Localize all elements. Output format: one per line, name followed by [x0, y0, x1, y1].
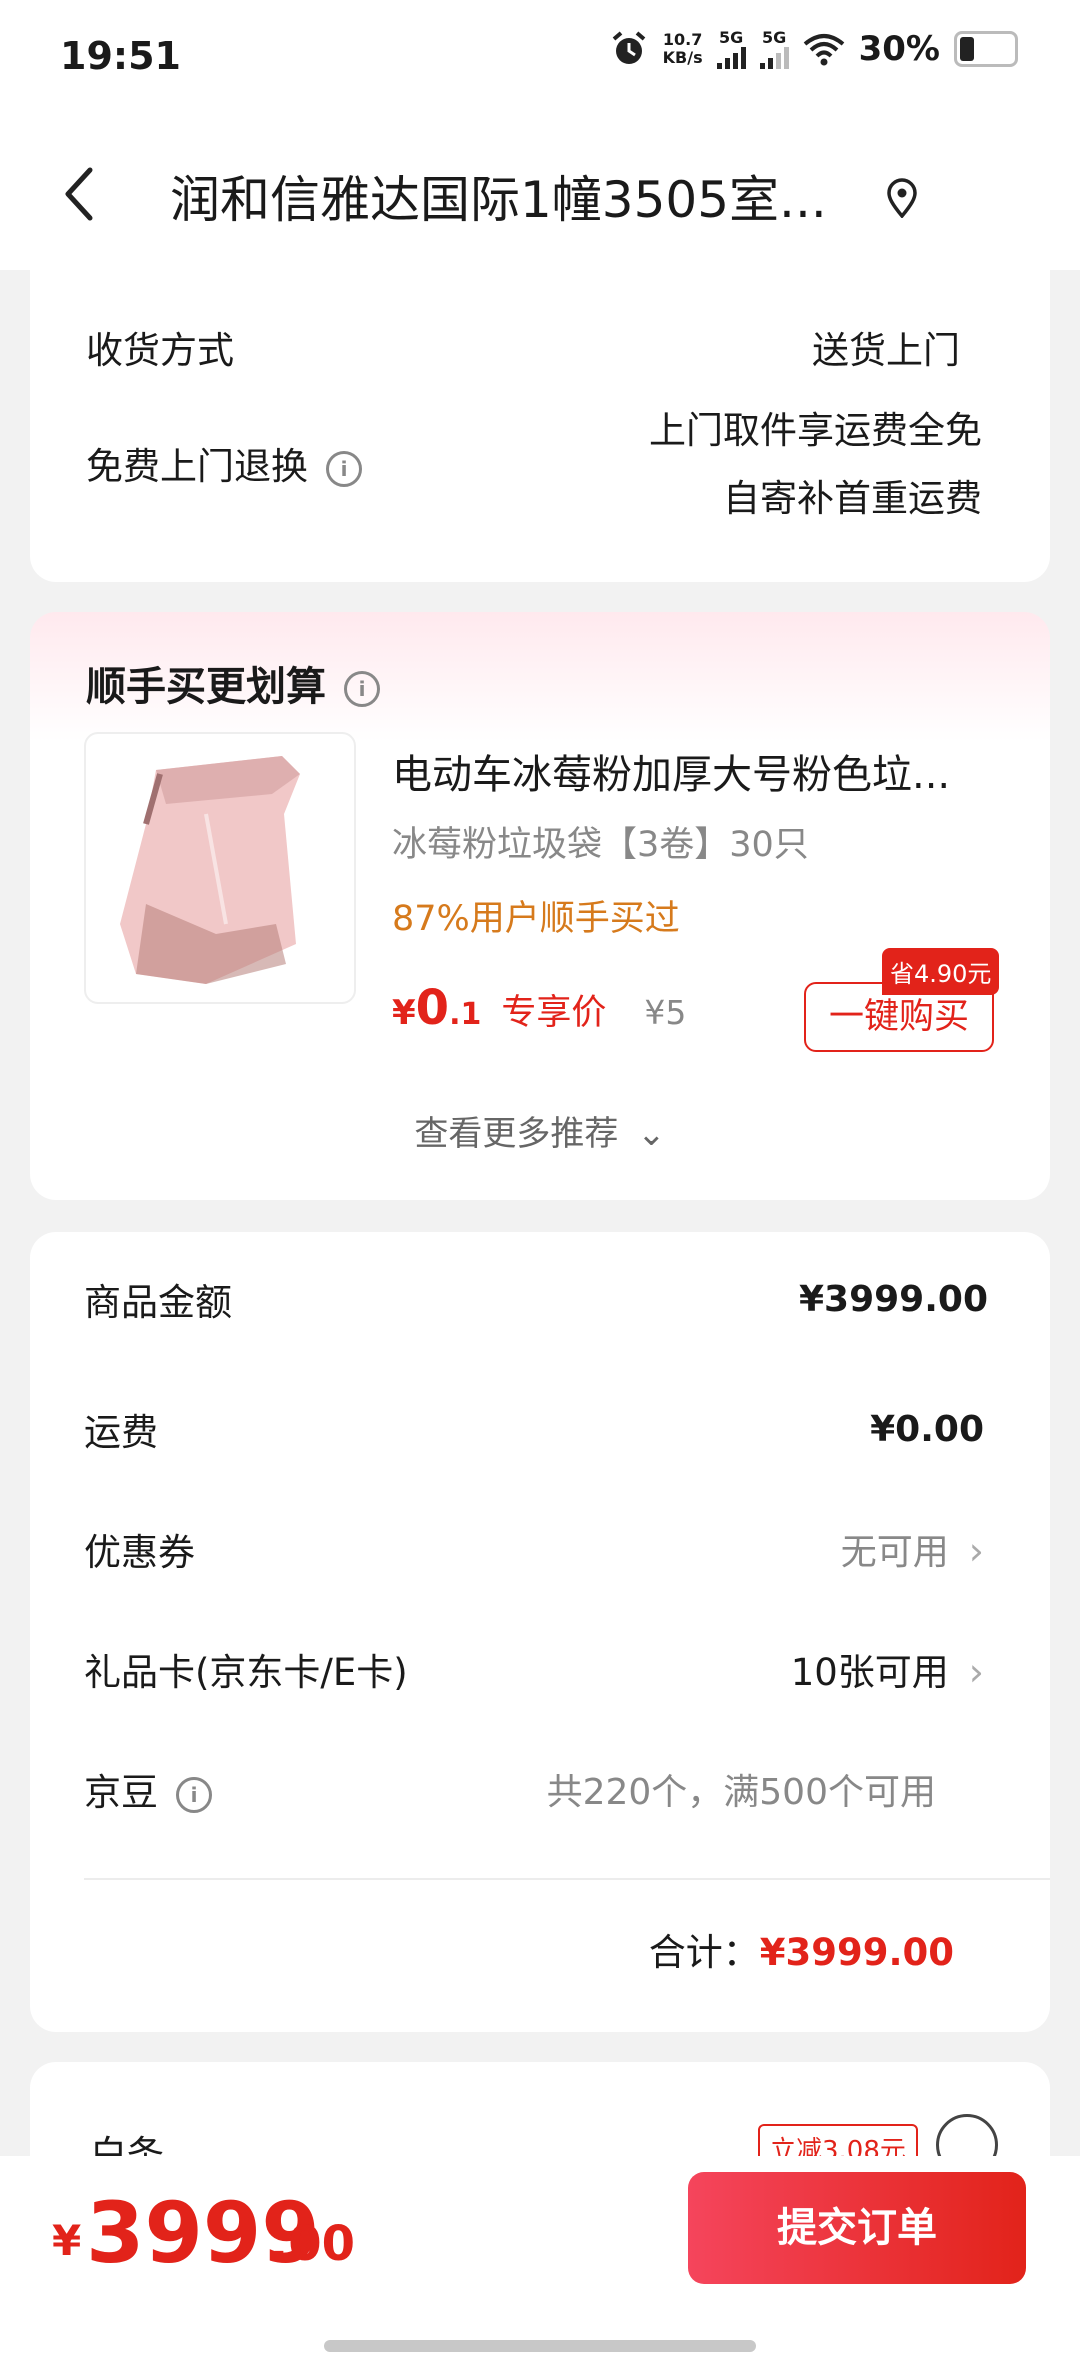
status-icons: 10.7 KB/s 5G 5G 30%	[609, 28, 1018, 69]
delivery-address[interactable]: 润和信雅达国际1幢3505室...	[170, 160, 890, 232]
original-price: ¥5	[644, 993, 687, 1032]
coupon-row[interactable]: 优惠券 无可用 ›	[84, 1522, 984, 1576]
product-name[interactable]: 电动车冰莓粉加厚大号粉色垃...	[392, 742, 992, 800]
sim2-signal-icon: 5G	[759, 28, 789, 69]
divider	[84, 1878, 1050, 1880]
back-arrow-icon[interactable]	[58, 164, 102, 224]
chevron-right-icon: ›	[968, 1529, 984, 1573]
save-badge: 省4.90元	[882, 948, 1000, 995]
free-return-line2: 自寄补首重运费	[723, 477, 982, 520]
giftcard-row[interactable]: 礼品卡(京东卡/E卡) 10张可用 ›	[84, 1642, 984, 1696]
product-image[interactable]	[84, 732, 356, 1004]
recommend-card: 顺手买更划算 i 电动车冰莓粉加厚大号粉色垃... 冰莓粉垃圾袋【3卷】30只 8…	[30, 612, 1050, 1200]
freight-row: 运费 ¥0.00	[84, 1408, 984, 1455]
alarm-icon	[612, 30, 645, 64]
order-total: 合计：¥3999.00	[648, 1931, 954, 1974]
info-icon[interactable]: i	[344, 671, 380, 707]
bottom-bar: ¥ 3999 .00 提交订单	[0, 2156, 1080, 2376]
jingdou-row: 京豆 i 共220个，满500个可用	[84, 1771, 936, 1814]
location-pin-icon[interactable]	[884, 178, 920, 218]
submit-order-button[interactable]: 提交订单	[688, 2172, 1026, 2284]
delivery-card: 收货方式 送货上门 免费上门退换 i 上门取件享运费全免 自寄补首重运费	[30, 250, 1050, 582]
goods-amount-row: 商品金额 ¥3999.00	[84, 1278, 988, 1325]
product-users: 87%用户顺手买过	[392, 899, 680, 939]
free-return-line1: 上门取件享运费全免	[649, 409, 982, 452]
total-currency: ¥	[52, 2216, 82, 2265]
sim1-signal-icon: 5G	[716, 28, 746, 69]
delivery-method-value: 送货上门	[812, 329, 960, 372]
free-return-label: 免费上门退换 i	[86, 436, 362, 490]
product-price: ¥ 0 .1 专享价 ¥5	[392, 980, 687, 1036]
chevron-right-icon: ›	[968, 1650, 984, 1694]
order-summary-card: 商品金额 ¥3999.00 运费 ¥0.00 优惠券 无可用 › 礼品卡(京东卡/…	[30, 1232, 1050, 2032]
info-icon[interactable]: i	[326, 450, 362, 487]
wifi-icon	[803, 33, 844, 65]
product-spec: 冰莓粉垃圾袋【3卷】30只	[392, 825, 809, 865]
status-bar: 19:51 10.7 KB/s 5G 5G 30%	[0, 0, 1080, 120]
net-speed: 10.7 KB/s	[662, 29, 703, 67]
battery-icon	[954, 30, 1018, 67]
delivery-method-label: 收货方式	[86, 329, 234, 372]
page-header: 润和信雅达国际1幢3505室...	[0, 120, 1080, 270]
home-indicator[interactable]	[324, 2340, 756, 2352]
price-tag: 专享价	[501, 993, 607, 1033]
recommend-title: 顺手买更划算 i	[86, 654, 380, 712]
status-time: 19:51	[60, 34, 181, 78]
garbage-bag-image	[120, 756, 300, 984]
info-icon[interactable]: i	[176, 1776, 212, 1813]
more-recommend-link[interactable]: 查看更多推荐 ⌄	[30, 1106, 1050, 1155]
battery-percent: 30%	[858, 28, 940, 69]
chevron-down-icon: ⌄	[637, 1114, 666, 1154]
total-price-decimal: .00	[270, 2216, 356, 2272]
